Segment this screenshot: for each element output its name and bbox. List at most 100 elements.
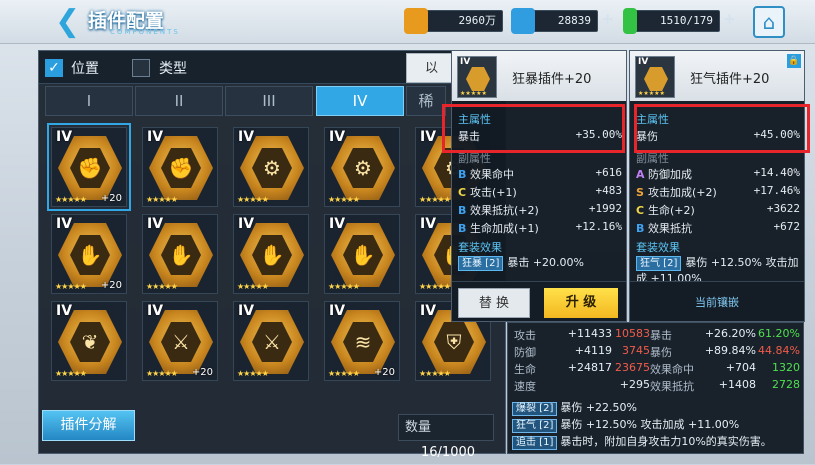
stamina-value: 1510/179 xyxy=(660,14,713,27)
fist-icon: ✊ xyxy=(70,148,110,188)
sub-attr-value: +616 xyxy=(595,166,623,179)
sub-attr-name: 效果抵抗 xyxy=(648,222,692,235)
stat-delta: 3745 xyxy=(622,344,650,357)
stat-key: 暴伤 xyxy=(650,346,672,359)
plugin-rank: IV xyxy=(56,129,73,145)
tab-i[interactable]: I xyxy=(45,86,133,116)
stat-row: 生命 +24817 23675 xyxy=(514,361,650,377)
plugin-detail-selected: IV ★★★★★ 狂暴插件+20 主属性 暴击 +35.00% 副属性 B 效果命中 +… xyxy=(451,50,627,322)
stat-delta: 2728 xyxy=(772,378,800,391)
sub-attr-value: +1992 xyxy=(588,202,622,215)
sub-attr-value: +14.40% xyxy=(753,166,800,179)
add-crystal-button[interactable]: + xyxy=(602,10,613,30)
back-button[interactable]: ❮ xyxy=(55,7,81,37)
type-checkbox[interactable] xyxy=(132,59,150,77)
replace-button[interactable]: 替 换 xyxy=(458,288,530,318)
sort-button[interactable]: 以 xyxy=(406,53,456,83)
plugin-card[interactable]: ✊ IV ★★★★★ xyxy=(142,127,218,207)
plugin-rank: IV xyxy=(238,303,255,319)
plugin-card[interactable]: ⚔ IV ★★★★★ +20 xyxy=(142,301,218,381)
stat-value: +704 xyxy=(725,361,756,374)
plugin-card[interactable]: ✊ IV ★★★★★ +20 xyxy=(47,123,131,211)
plugin-rank: IV xyxy=(638,57,649,67)
plugin-rank: IV xyxy=(329,216,346,232)
claw-icon: ≋ xyxy=(343,322,383,362)
plugin-card[interactable]: ✋ IV ★★★★★ xyxy=(324,214,400,294)
stat-key: 防御 xyxy=(514,346,536,359)
plugin-stars: ★★★★★ xyxy=(328,195,360,204)
sub-attr-value: +3622 xyxy=(766,202,800,215)
stat-row: 效果抵抗 +1408 2728 xyxy=(650,378,800,394)
plugin-rank: IV xyxy=(420,129,437,145)
plugin-detail-equipped: IV ★★★★★ 狂气插件+20 🔒 主属性 暴伤 +45.00% 副属性 A 防御加… xyxy=(629,50,805,322)
plugin-stars: ★★★★★ xyxy=(460,90,487,97)
plugin-stars: ★★★★★ xyxy=(55,195,87,204)
grade-badge: B xyxy=(636,222,645,235)
plugin-stars: ★★★★★ xyxy=(328,369,360,378)
decompose-button[interactable]: 插件分解 xyxy=(42,410,135,441)
tab-rarity[interactable]: 稀 xyxy=(406,86,446,116)
stat-row: 暴伤 +89.84% 44.84% xyxy=(650,344,800,360)
stat-value: +26.20% xyxy=(704,327,756,340)
plugin-card[interactable]: ≋ IV ★★★★★ +20 xyxy=(324,301,400,381)
position-label: 位置 xyxy=(71,61,99,77)
plugin-card[interactable]: ✋ IV ★★★★★ xyxy=(233,214,309,294)
grade-badge: A xyxy=(636,168,645,181)
plugin-stars: ★★★★★ xyxy=(419,195,451,204)
plugin-rank: IV xyxy=(238,129,255,145)
plugin-card[interactable]: ⚙ IV ★★★★★ xyxy=(324,127,400,207)
set-text: 暴击 +20.00% xyxy=(507,256,584,269)
stat-key: 暴击 xyxy=(650,329,672,342)
plugin-name: 狂气插件+20 xyxy=(690,72,770,87)
stamina-resource: 1510/179 + xyxy=(623,8,735,34)
plugin-card[interactable]: ⚙ IV ★★★★★ xyxy=(233,127,309,207)
plugin-stars: ★★★★★ xyxy=(237,282,269,291)
plugin-card[interactable]: ✋ IV ★★★★★ xyxy=(142,214,218,294)
home-button[interactable]: ⌂ xyxy=(753,6,785,38)
stat-delta: 61.20% xyxy=(758,327,800,340)
grade-badge: C xyxy=(458,186,467,199)
hand-icon: ✋ xyxy=(252,235,292,275)
quantity-value: 16/1000 xyxy=(421,445,476,460)
plugin-card[interactable]: ⚔ IV ★★★★★ xyxy=(233,301,309,381)
tab-iii[interactable]: III xyxy=(225,86,313,116)
equipped-bar: 当前镶嵌 xyxy=(630,281,804,321)
plugin-stars: ★★★★★ xyxy=(638,90,665,97)
upgrade-button[interactable]: 升 级 xyxy=(544,288,618,318)
plugin-card[interactable]: ❦ IV ★★★★★ xyxy=(51,301,127,381)
crystal-resource: 28839 + xyxy=(511,8,613,34)
sub-attr-row: S 攻击加成(+2) +17.46% xyxy=(636,183,800,200)
lock-icon[interactable]: 🔒 xyxy=(787,54,801,68)
position-checkbox[interactable]: ✓ xyxy=(45,59,63,77)
grade-badge: B xyxy=(458,168,467,181)
grade-badge: B xyxy=(458,222,467,235)
sub-attr-key: B 效果抵抗 xyxy=(636,220,692,236)
plugin-card[interactable]: ✋ IV ★★★★★ +20 xyxy=(51,214,127,294)
gear-icon: ⚙ xyxy=(343,148,383,188)
plugin-hex: ⚔ xyxy=(149,310,213,374)
add-stamina-button[interactable]: + xyxy=(724,10,735,30)
stat-row: 速度 +295 xyxy=(514,378,650,394)
hand-icon: ✋ xyxy=(70,235,110,275)
plugin-header: IV ★★★★★ 狂暴插件+20 xyxy=(452,51,626,101)
sub-attr-value: +17.46% xyxy=(753,184,800,197)
plugin-level: +20 xyxy=(100,193,122,204)
stat-value: +295 xyxy=(619,378,650,391)
set-bonus-chip: 爆裂 [2] xyxy=(512,402,558,416)
plugin-rank: IV xyxy=(420,216,437,232)
stat-delta: 23675 xyxy=(615,361,650,374)
tab-iv[interactable]: IV xyxy=(316,86,404,116)
plugin-rank: IV xyxy=(329,129,346,145)
tab-ii[interactable]: II xyxy=(135,86,223,116)
crystal-value: 28839 xyxy=(557,14,591,27)
stat-delta: 10583 xyxy=(615,327,650,340)
plugin-hex: ✋ xyxy=(58,223,122,287)
grade-badge: C xyxy=(636,204,645,217)
plugin-hex: ✊ xyxy=(58,136,122,200)
plugin-stars: ★★★★★ xyxy=(146,282,178,291)
stat-key: 效果抵抗 xyxy=(650,380,694,393)
plugin-stars: ★★★★★ xyxy=(55,369,87,378)
set-bonus-chip: 狂气 [2] xyxy=(512,419,558,433)
filter-bar: ✓ 位置 类型 以 xyxy=(39,51,507,84)
plugin-header: IV ★★★★★ 狂气插件+20 🔒 xyxy=(630,51,804,101)
